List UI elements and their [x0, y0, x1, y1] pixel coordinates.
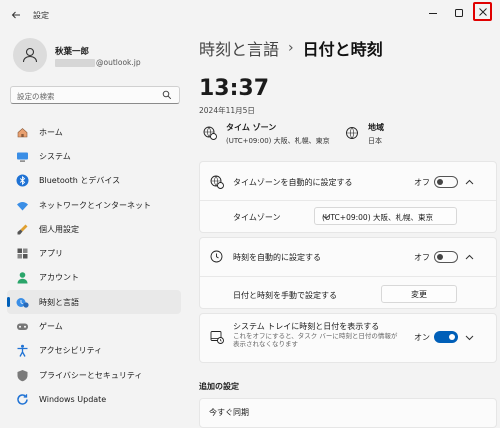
- sidebar-item-gaming[interactable]: ゲーム: [7, 314, 181, 338]
- auto-time-label: 時刻を自動的に設定する: [233, 253, 321, 262]
- title-bar: 設定: [0, 0, 500, 30]
- auto-timezone-state: オフ: [414, 178, 430, 187]
- sync-now-label: 今すぐ同期: [209, 408, 249, 417]
- change-button[interactable]: 変更: [381, 285, 457, 303]
- auto-time-toggle[interactable]: [434, 251, 458, 263]
- system-tray-toggle[interactable]: [434, 331, 458, 343]
- avatar[interactable]: [13, 38, 47, 72]
- timezone-summary: タイム ゾーン (UTC+09:00) 大阪、札幌、東京: [203, 122, 330, 146]
- sidebar-item-label: Bluetooth とデバイス: [39, 176, 121, 186]
- timezone-dropdown[interactable]: (UTC+09:00) 大阪、札幌、東京: [314, 207, 457, 225]
- sync-now-card[interactable]: 今すぐ同期: [199, 398, 497, 428]
- manual-time-label: 日付と時刻を手動で設定する: [233, 291, 337, 300]
- system-tray-description: これをオフにすると、タスク バーに時刻と日付の情報が表示されなくなります: [233, 332, 398, 348]
- user-name: 秋葉一郎: [55, 47, 90, 57]
- sidebar-item-label: ネットワークとインターネット: [39, 200, 151, 210]
- sidebar-item-privacy[interactable]: プライバシーとセキュリティ: [7, 363, 181, 387]
- back-button[interactable]: [9, 8, 23, 22]
- sidebar-item-accounts[interactable]: アカウント: [7, 266, 181, 290]
- breadcrumb: 時刻と言語 › 日付と時刻: [199, 36, 383, 60]
- app-title: 設定: [33, 11, 49, 20]
- sidebar-item-label: ゲーム: [39, 322, 63, 332]
- sidebar-item-label: アカウント: [39, 273, 79, 283]
- auto-time-state: オフ: [414, 253, 430, 262]
- sidebar-item-system[interactable]: システム: [7, 144, 181, 168]
- timezone-row-label: タイムゾーン: [233, 213, 281, 222]
- apps-icon: [15, 247, 29, 261]
- sidebar-item-time-language[interactable]: 時刻と言語: [7, 290, 181, 315]
- close-button[interactable]: [473, 2, 492, 21]
- sidebar-item-label: 時刻と言語: [39, 297, 79, 307]
- person-icon: [22, 47, 38, 63]
- sidebar-item-label: システム: [39, 151, 71, 161]
- search-placeholder: 設定の検索: [17, 92, 55, 101]
- user-email-suffix: @outlook.jp: [96, 58, 141, 67]
- divider: [200, 200, 496, 201]
- clock-icon: [210, 250, 223, 265]
- page-title: 日付と時刻: [302, 40, 383, 59]
- auto-timezone-label: タイムゾーンを自動的に設定する: [233, 178, 353, 187]
- redacted-email-box: [55, 58, 95, 67]
- sidebar-item-bluetooth[interactable]: Bluetooth とデバイス: [7, 169, 181, 193]
- sidebar-item-network[interactable]: ネットワークとインターネット: [7, 193, 181, 217]
- maximize-icon: [455, 9, 463, 17]
- timezone-summary-title: タイム ゾーン: [226, 123, 277, 132]
- system-tray-label: システム トレイに時刻と日付を表示する: [233, 322, 380, 331]
- search-icon: [162, 90, 172, 102]
- brush-icon: [15, 222, 29, 236]
- sidebar-item-label: プライバシーとセキュリティ: [39, 370, 143, 380]
- home-icon: [15, 125, 29, 139]
- taskbar-clock-icon: [210, 330, 224, 346]
- chevron-up-icon[interactable]: [465, 253, 474, 262]
- time-language-icon: [15, 295, 29, 309]
- back-arrow-icon: [11, 11, 20, 19]
- divider: [200, 276, 496, 277]
- wifi-icon: [15, 198, 29, 212]
- sidebar-item-apps[interactable]: アプリ: [7, 241, 181, 265]
- gamepad-icon: [15, 320, 29, 334]
- timezone-summary-value: (UTC+09:00) 大阪、札幌、東京: [226, 137, 330, 145]
- globe-clock-icon: [210, 175, 224, 191]
- breadcrumb-parent[interactable]: 時刻と言語: [199, 36, 279, 60]
- sidebar-item-home[interactable]: ホーム: [7, 120, 181, 144]
- sidebar-item-label: ホーム: [39, 127, 63, 137]
- person-icon: [15, 271, 29, 285]
- chevron-down-icon: [322, 213, 449, 222]
- system-tray-state: オン: [414, 333, 430, 342]
- minimize-button[interactable]: [422, 2, 444, 24]
- auto-timezone-toggle[interactable]: [434, 176, 458, 188]
- sidebar-item-personalization[interactable]: 個人用設定: [7, 217, 181, 241]
- update-icon: [15, 392, 29, 406]
- user-email: @outlook.jp: [55, 58, 141, 67]
- sidebar-item-label: アクセシビリティ: [39, 346, 103, 356]
- region-summary-title: 地域: [368, 123, 384, 132]
- accessibility-icon: [15, 344, 29, 358]
- monitor-icon: [15, 149, 29, 163]
- sidebar-item-label: Windows Update: [39, 394, 107, 404]
- globe-clock-icon: [203, 126, 217, 140]
- sidebar-item-label: 個人用設定: [39, 224, 79, 234]
- search-input[interactable]: 設定の検索: [10, 86, 180, 104]
- region-summary-value: 日本: [368, 137, 382, 145]
- shield-icon: [15, 368, 29, 382]
- sidebar-item-accessibility[interactable]: アクセシビリティ: [7, 339, 181, 363]
- bluetooth-icon: [15, 174, 29, 188]
- additional-settings-heading: 追加の設定: [199, 382, 239, 391]
- sidebar-item-label: アプリ: [39, 249, 63, 259]
- current-date: 2024年11月5日: [199, 106, 255, 115]
- breadcrumb-separator: ›: [288, 40, 294, 56]
- chevron-up-icon[interactable]: [465, 178, 474, 187]
- minimize-icon: [429, 13, 437, 14]
- sidebar-nav: ホーム システム Bluetooth とデバイス ネットワークとインターネット …: [7, 120, 181, 412]
- maximize-button[interactable]: [448, 2, 470, 24]
- globe-icon: [345, 126, 359, 140]
- chevron-down-icon[interactable]: [465, 334, 474, 343]
- current-time: 13:37: [199, 76, 270, 101]
- region-summary: 地域 日本: [345, 122, 384, 146]
- close-icon: [478, 7, 487, 16]
- sidebar-item-windows-update[interactable]: Windows Update: [7, 387, 181, 411]
